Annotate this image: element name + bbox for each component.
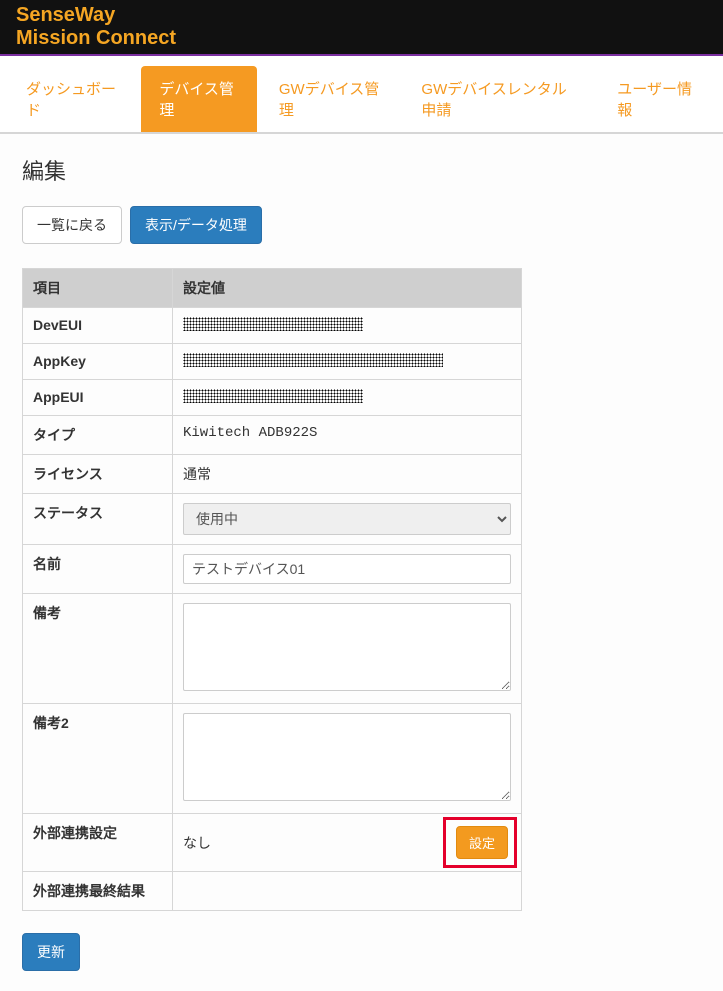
label-type: タイプ: [23, 416, 173, 455]
brand-line2: Mission Connect: [16, 27, 707, 50]
brand-logo: SenseWay Mission Connect: [16, 4, 707, 50]
configure-button[interactable]: 設定: [456, 826, 508, 859]
table-row: 外部連携最終結果: [23, 872, 522, 911]
redacted-appeui: [183, 389, 363, 403]
header-value: 設定値: [173, 269, 522, 308]
status-select[interactable]: 使用中: [183, 503, 511, 535]
table-row: タイプ Kiwitech ADB922S: [23, 416, 522, 455]
table-row: AppKey: [23, 344, 522, 380]
tab-user-info[interactable]: ユーザー情報: [599, 66, 715, 132]
value-appeui: [173, 380, 522, 416]
label-remarks: 備考: [23, 594, 173, 704]
table-row: 備考: [23, 594, 522, 704]
label-deveui: DevEUI: [23, 308, 173, 344]
label-license: ライセンス: [23, 455, 173, 494]
value-ext-result: [173, 872, 522, 911]
label-remarks2: 備考2: [23, 704, 173, 814]
value-type: Kiwitech ADB922S: [173, 416, 522, 455]
redacted-deveui: [183, 317, 363, 331]
topbar: SenseWay Mission Connect: [0, 0, 723, 56]
tab-dashboard[interactable]: ダッシュボード: [8, 66, 137, 132]
nav-tabs-wrap: ダッシュボード デバイス管理 GWデバイス管理 GWデバイスレンタル申請 ユーザ…: [0, 56, 723, 134]
update-button[interactable]: 更新: [22, 933, 80, 971]
view-data-button[interactable]: 表示/データ処理: [130, 206, 262, 244]
back-to-list-button[interactable]: 一覧に戻る: [22, 206, 122, 244]
table-row: AppEUI: [23, 380, 522, 416]
value-ext-link-cell: なし 設定: [173, 814, 522, 872]
table-row: ライセンス 通常: [23, 455, 522, 494]
label-appkey: AppKey: [23, 344, 173, 380]
value-name-cell: [173, 545, 522, 594]
update-row: 更新: [22, 933, 701, 971]
value-status-cell: 使用中: [173, 494, 522, 545]
page-title: 編集: [22, 154, 701, 186]
table-row: 外部連携設定 なし 設定: [23, 814, 522, 872]
value-deveui: [173, 308, 522, 344]
value-remarks-cell: [173, 594, 522, 704]
tab-gw-device-rental[interactable]: GWデバイスレンタル申請: [403, 66, 595, 132]
nav-tabs: ダッシュボード デバイス管理 GWデバイス管理 GWデバイスレンタル申請 ユーザ…: [8, 66, 715, 132]
label-ext-link: 外部連携設定: [23, 814, 173, 872]
value-appkey: [173, 344, 522, 380]
name-input[interactable]: [183, 554, 511, 584]
remarks-textarea[interactable]: [183, 603, 511, 691]
table-row: DevEUI: [23, 308, 522, 344]
device-settings-table: 項目 設定値 DevEUI AppKey AppEUI タイプ Kiwitech…: [22, 268, 522, 911]
table-row: 名前: [23, 545, 522, 594]
label-name: 名前: [23, 545, 173, 594]
ext-link-value: なし: [183, 833, 211, 853]
tab-device-management[interactable]: デバイス管理: [141, 66, 257, 132]
redacted-appkey: [183, 353, 443, 367]
table-row: 備考2: [23, 704, 522, 814]
tab-gw-device-management[interactable]: GWデバイス管理: [261, 66, 400, 132]
table-row: ステータス 使用中: [23, 494, 522, 545]
remarks2-textarea[interactable]: [183, 713, 511, 801]
highlight-box: 設定: [443, 817, 517, 868]
action-buttons: 一覧に戻る 表示/データ処理: [22, 206, 701, 244]
label-ext-result: 外部連携最終結果: [23, 872, 173, 911]
value-license: 通常: [173, 455, 522, 494]
brand-line1: SenseWay: [16, 4, 707, 27]
label-appeui: AppEUI: [23, 380, 173, 416]
label-status: ステータス: [23, 494, 173, 545]
page-body: 編集 一覧に戻る 表示/データ処理 項目 設定値 DevEUI AppKey A…: [0, 134, 723, 991]
value-remarks2-cell: [173, 704, 522, 814]
header-item: 項目: [23, 269, 173, 308]
